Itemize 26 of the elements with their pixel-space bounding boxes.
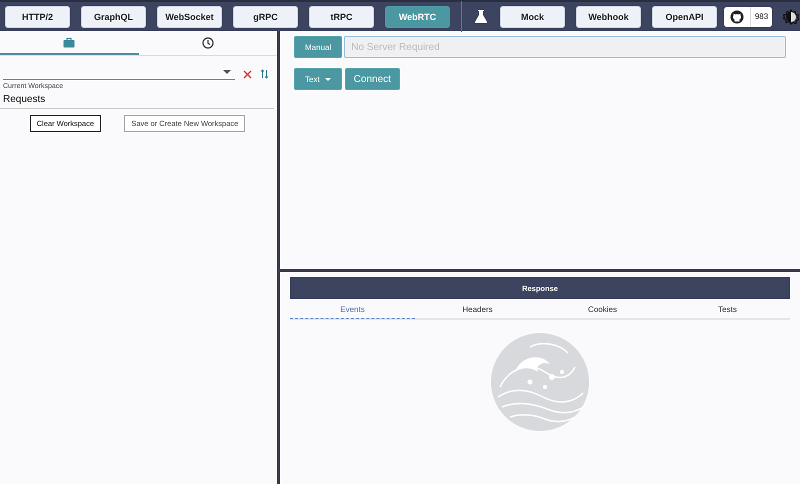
theme-toggle-icon[interactable] [783,8,799,24]
protocol-tab[interactable]: GraphQL [81,6,146,28]
response-tab[interactable]: Tests [665,299,790,318]
tool-tab[interactable]: Webhook [576,6,641,28]
response-tab[interactable]: Cookies [540,299,665,318]
response-tab[interactable]: Events [290,299,415,319]
clock-icon [202,37,214,49]
protocol-tab[interactable]: HTTP/2 [5,6,70,28]
wave-logo-icon [490,332,590,432]
workspace-select[interactable] [3,68,235,80]
briefcase-icon [63,36,76,48]
protocol-tab[interactable]: gRPC [233,6,298,28]
clear-icon[interactable] [243,70,252,78]
response-tab[interactable]: Headers [415,299,540,318]
sort-icon[interactable] [260,69,269,79]
github-icon [730,10,744,24]
caret-icon [223,70,231,74]
github-star-button[interactable]: 983 [724,6,772,26]
star-count: 983 [750,6,772,26]
flask-icon[interactable] [473,9,489,24]
tool-tab[interactable]: OpenAPI [652,6,717,28]
section-heading: Requests [0,90,274,109]
caret-icon [324,78,331,80]
protocol-tab[interactable]: WebSocket [157,6,222,28]
protocol-tab[interactable]: tRPC [309,6,374,28]
tool-tab[interactable]: Mock [500,6,565,28]
